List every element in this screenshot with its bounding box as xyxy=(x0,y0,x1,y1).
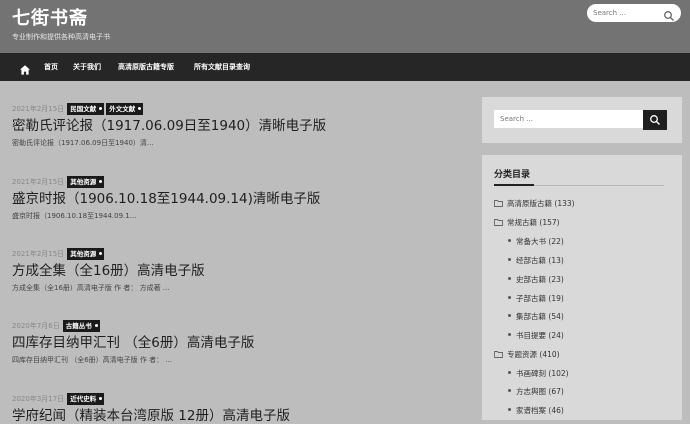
bullet-icon xyxy=(508,371,511,374)
home-icon[interactable] xyxy=(19,61,31,75)
post-title[interactable]: 四库存目纳甲汇刊 （全6册）高清电子版 xyxy=(12,331,254,351)
post-title[interactable]: 盛京时报（1906.10.18至1944.09.14)清晰电子版 xyxy=(12,187,320,207)
post-title[interactable]: 学府纪闻（精装本台湾原版 12册）高清电子版 xyxy=(12,404,290,424)
sidebar-search-input[interactable] xyxy=(494,110,648,128)
category-link[interactable]: 史部古籍 xyxy=(516,275,546,284)
post-date[interactable]: 2021年2月15日 xyxy=(12,177,64,187)
category-item: 高清原版古籍 (133) xyxy=(494,198,575,209)
category-link[interactable]: 高清原版古籍 xyxy=(507,199,552,208)
subcategory-item: 史部古籍 (23) xyxy=(508,274,564,285)
post-meta: 2020年7月6日 古籍丛书 xyxy=(12,315,102,332)
search-icon[interactable] xyxy=(663,7,675,21)
category-count: (13) xyxy=(548,256,564,265)
category-link[interactable]: 常备大书 xyxy=(516,237,546,246)
nav-item-home[interactable]: 首页 xyxy=(44,62,58,72)
subcategory-item: 家谱档案 (46) xyxy=(508,405,564,416)
post-excerpt: 四库存目纳甲汇刊 （全6册）高清电子版 作 者： ... xyxy=(12,356,173,364)
bullet-icon xyxy=(508,314,511,317)
subcategory-item: 集部古籍 (54) xyxy=(508,311,564,322)
post-excerpt: 盛京时报（1906.10.18至1944.09.1... xyxy=(12,212,137,220)
post-meta: 2021年2月15日 其他资源 xyxy=(12,171,106,188)
post-date[interactable]: 2020年3月17日 xyxy=(12,394,64,404)
post-meta: 2021年2月15日 民国文献 外文文献 xyxy=(12,98,145,115)
sidebar-search-widget xyxy=(482,97,682,143)
category-count: (67) xyxy=(548,387,564,396)
category-tag[interactable]: 外文文献 xyxy=(106,102,144,115)
post-title[interactable]: 方成全集（全16册）高清电子版 xyxy=(12,259,205,279)
category-count: (157) xyxy=(539,218,560,227)
category-tag[interactable]: 其他资源 xyxy=(67,247,105,260)
category-link[interactable]: 书画碑刻 xyxy=(516,369,546,378)
nav-item-hd-ancient-books[interactable]: 高清原版古籍专版 xyxy=(118,62,174,72)
post-date[interactable]: 2021年2月15日 xyxy=(12,249,64,259)
bullet-icon xyxy=(508,333,511,336)
nav-item-about[interactable]: 关于我们 xyxy=(73,62,101,72)
bullet-icon xyxy=(508,296,511,299)
post-meta: 2020年3月17日 近代史料 xyxy=(12,388,106,405)
bullet-icon xyxy=(508,408,511,411)
main-navigation: 首页 关于我们 高清原版古籍专版 所有文献目录查询 xyxy=(0,53,690,81)
post-title[interactable]: 密勒氏评论报（1917.06.09日至1940）清晰电子版 xyxy=(12,114,326,134)
category-tag[interactable]: 其他资源 xyxy=(67,175,105,188)
post-excerpt: 密勒氏评论报（1917.06.09日至1940）清... xyxy=(12,139,154,147)
category-count: (410) xyxy=(539,350,560,359)
bullet-icon xyxy=(508,277,511,280)
subcategory-item: 经部古籍 (13) xyxy=(508,255,564,266)
category-link[interactable]: 子部古籍 xyxy=(516,294,546,303)
post-date[interactable]: 2020年7月6日 xyxy=(12,321,60,331)
category-count: (23) xyxy=(548,275,564,284)
site-description: 专业制作和提供各种高清电子书 xyxy=(12,33,110,41)
category-count: (102) xyxy=(548,369,569,378)
category-link[interactable]: 专题资源 xyxy=(507,350,537,359)
bullet-icon xyxy=(508,239,511,242)
category-tag[interactable]: 古籍丛书 xyxy=(62,319,100,332)
nav-item-catalog-search[interactable]: 所有文献目录查询 xyxy=(194,62,250,72)
folder-icon xyxy=(494,351,503,358)
subcategory-item: 子部古籍 (19) xyxy=(508,293,564,304)
header-search-input[interactable] xyxy=(593,6,659,20)
category-tag[interactable]: 民国文献 xyxy=(67,102,105,115)
subcategory-item: 书目提要 (24) xyxy=(508,330,564,341)
site-title[interactable]: 七街书斋 xyxy=(12,4,88,30)
post-excerpt: 方成全集（全16册）高清电子版 作 者： 方成著 ... xyxy=(12,284,170,292)
category-tag[interactable]: 近代史料 xyxy=(67,392,105,405)
category-count: (22) xyxy=(548,237,564,246)
folder-icon xyxy=(494,219,503,226)
category-item: 常规古籍 (157) xyxy=(494,217,560,228)
category-count: (133) xyxy=(554,199,575,208)
category-item: 专题资源 (410) xyxy=(494,349,560,360)
categories-title: 分类目录 xyxy=(494,170,531,180)
post-date[interactable]: 2021年2月15日 xyxy=(12,104,64,114)
category-link[interactable]: 家谱档案 xyxy=(516,406,546,415)
category-link[interactable]: 集部古籍 xyxy=(516,312,546,321)
folder-icon xyxy=(494,200,503,207)
subcategory-item: 方志舆图 (67) xyxy=(508,386,564,397)
bullet-icon xyxy=(508,258,511,261)
header-search-box xyxy=(587,4,681,22)
category-link[interactable]: 书目提要 xyxy=(516,331,546,340)
title-underline xyxy=(494,184,534,186)
category-link[interactable]: 常规古籍 xyxy=(507,218,537,227)
bullet-icon xyxy=(508,389,511,392)
category-count: (24) xyxy=(548,331,564,340)
category-link[interactable]: 方志舆图 xyxy=(516,387,546,396)
category-count: (54) xyxy=(548,312,564,321)
post-meta: 2021年2月15日 其他资源 xyxy=(12,243,106,260)
subcategory-item: 书画碑刻 (102) xyxy=(508,368,569,379)
category-count: (46) xyxy=(548,406,564,415)
subcategory-item: 常备大书 (22) xyxy=(508,236,564,247)
site-header: 七街书斋 专业制作和提供各种高清电子书 xyxy=(0,0,690,53)
categories-widget: 分类目录 高清原版古籍 (133) 常规古籍 (157) 常备大书 (22) 经… xyxy=(482,155,682,420)
sidebar-search-button[interactable] xyxy=(643,110,667,130)
search-icon xyxy=(650,115,660,125)
category-count: (19) xyxy=(548,294,564,303)
category-link[interactable]: 经部古籍 xyxy=(516,256,546,265)
